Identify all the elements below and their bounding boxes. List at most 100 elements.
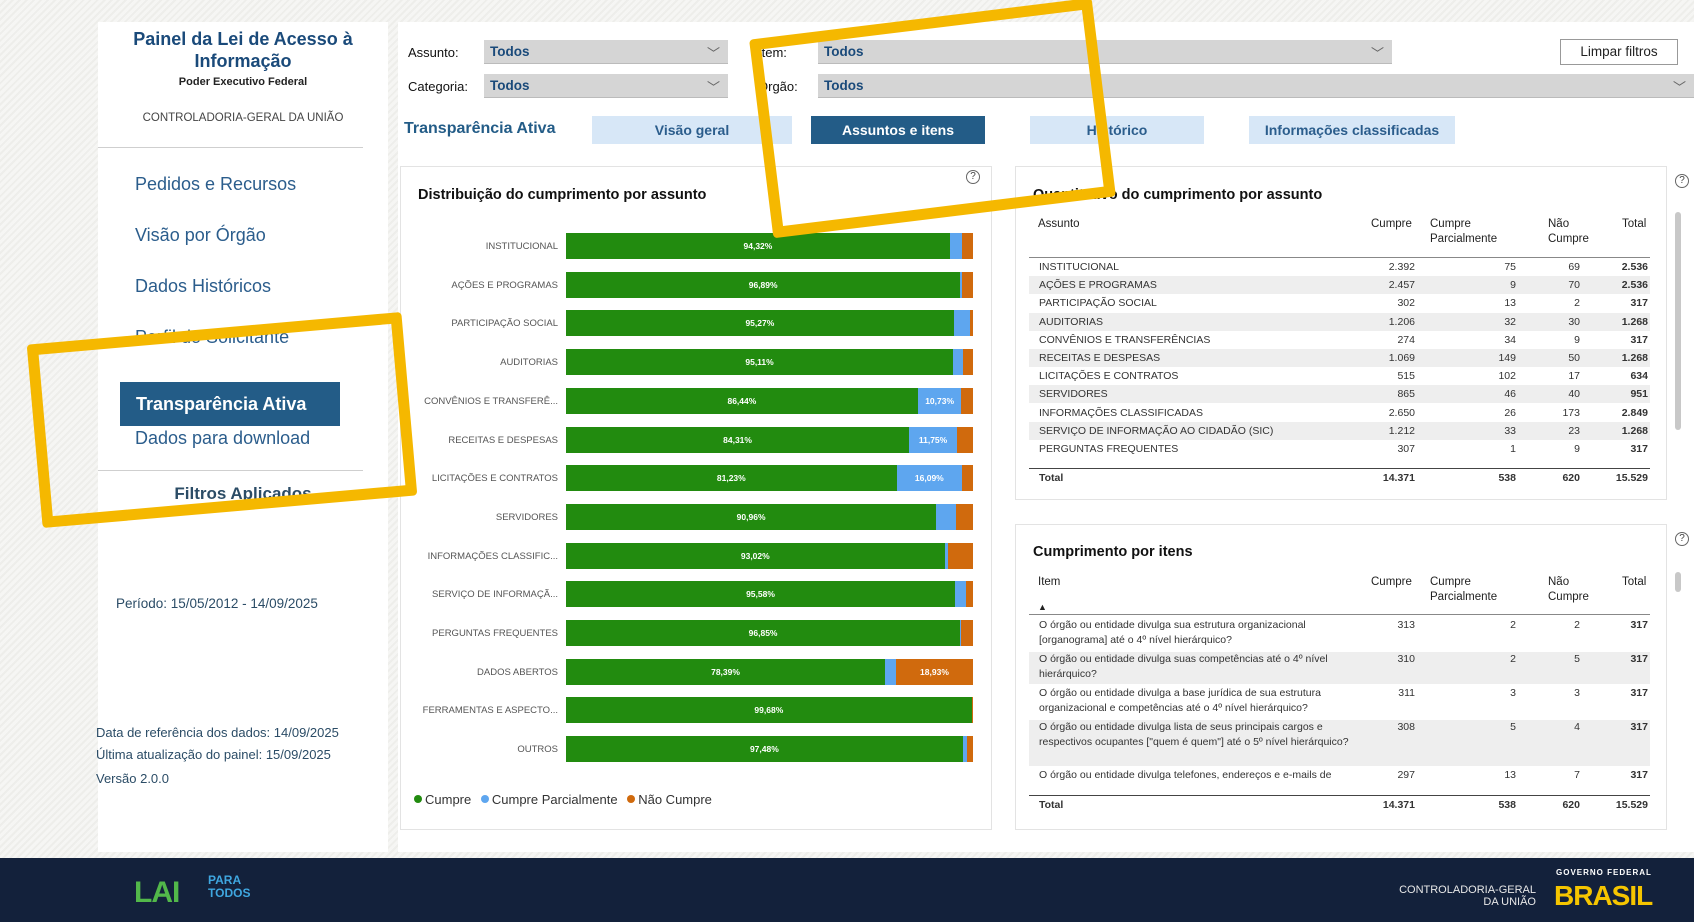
- bar-segment-cumpre[interactable]: 95,58%: [566, 581, 955, 608]
- items-header-item[interactable]: Item: [1038, 575, 1060, 590]
- table-row[interactable]: O órgão ou entidade divulga suas competê…: [1029, 652, 1650, 684]
- bar-segment-parcial[interactable]: 16,09%: [896, 465, 963, 492]
- items-header-cumpre[interactable]: Cumpre: [1371, 575, 1412, 590]
- bar-segment-cumpre[interactable]: 95,11%: [566, 349, 954, 376]
- table-row[interactable]: SERVIDORES 865 46 40 951: [1029, 385, 1650, 404]
- help-icon[interactable]: ?: [1675, 174, 1689, 188]
- qty-header-cumpre[interactable]: Cumpre: [1371, 217, 1412, 232]
- bar-segment-nao[interactable]: [961, 620, 973, 646]
- table-row[interactable]: PARTICIPAÇÃO SOCIAL 302 13 2 317: [1029, 294, 1650, 312]
- table-cell: 2: [1574, 619, 1580, 631]
- nav-dados-historicos[interactable]: Dados Históricos: [135, 276, 271, 297]
- bar-segment-nao[interactable]: [948, 542, 973, 569]
- table-row[interactable]: AÇÕES E PROGRAMAS 2.457 9 70 2.536: [1029, 276, 1650, 295]
- bar-segment-nao[interactable]: 18,93%: [895, 658, 973, 685]
- bar-segment-nao[interactable]: [972, 697, 973, 724]
- nav-visao-orgao[interactable]: Visão por Órgão: [135, 225, 266, 246]
- help-icon[interactable]: ?: [1675, 532, 1689, 546]
- table-cell: 13: [1504, 769, 1516, 781]
- assunto-select[interactable]: Todos ﹀: [484, 40, 728, 64]
- table-row[interactable]: SERVIÇO DE INFORMAÇÃO AO CIDADÃO (SIC) 1.…: [1029, 421, 1650, 440]
- table-cell: 297: [1397, 769, 1415, 781]
- bar-row[interactable]: 95,58%: [566, 581, 973, 608]
- bar-segment-parcial[interactable]: 11,75%: [909, 426, 957, 453]
- bar-row[interactable]: 84,31% 11,75%: [566, 426, 973, 453]
- bar-segment-cumpre[interactable]: 99,68%: [566, 697, 972, 724]
- bar-segment-parcial[interactable]: [885, 658, 896, 685]
- categoria-select[interactable]: Todos ﹀: [484, 74, 728, 98]
- table-row[interactable]: AUDITORIAS 1.206 32 30 1.268: [1029, 312, 1650, 331]
- bar-row[interactable]: 81,23% 16,09%: [566, 465, 973, 492]
- bar-row[interactable]: 95,27%: [566, 310, 973, 337]
- bar-row[interactable]: 97,48%: [566, 736, 973, 763]
- items-scrollbar[interactable]: [1675, 572, 1681, 592]
- item-text: O órgão ou entidade divulga a base juríd…: [1039, 687, 1321, 714]
- sort-ascending-icon[interactable]: ▲: [1038, 600, 1047, 615]
- bar-segment-nao[interactable]: [955, 503, 973, 530]
- bar-segment-parcial[interactable]: [949, 233, 962, 259]
- bar-segment-parcial[interactable]: [955, 581, 966, 608]
- table-row[interactable]: RECEITAS E DESPESAS 1.069 149 50 1.268: [1029, 349, 1650, 367]
- table-row[interactable]: O órgão ou entidade divulga telefones, e…: [1029, 768, 1650, 792]
- chart-title: Distribuição do cumprimento por assunto: [418, 187, 707, 203]
- qty-header-parcial[interactable]: Cumpre Parcialmente: [1430, 217, 1510, 247]
- bar-segment-parcial[interactable]: [953, 310, 971, 337]
- bar-segment-cumpre[interactable]: 97,48%: [566, 736, 963, 763]
- gov-label: GOVERNO FEDERAL: [1556, 868, 1652, 877]
- bar-row[interactable]: 94,32%: [566, 233, 973, 259]
- bar-segment-cumpre[interactable]: 95,27%: [566, 310, 954, 337]
- table-row[interactable]: INSTITUCIONAL 2.392 75 69 2.536: [1029, 258, 1650, 276]
- bar-segment-nao[interactable]: [962, 465, 973, 492]
- bar-segment-nao[interactable]: [961, 387, 973, 414]
- bar-row[interactable]: 99,68%: [566, 697, 973, 724]
- bar-segment-cumpre[interactable]: 84,31%: [566, 426, 910, 453]
- qty-header-assunto[interactable]: Assunto: [1038, 217, 1080, 232]
- table-row[interactable]: PERGUNTAS FREQUENTES 307 1 9 317: [1029, 440, 1650, 458]
- bar-segment-cumpre[interactable]: 78,39%: [566, 658, 886, 685]
- bar-segment-cumpre[interactable]: 96,89%: [566, 271, 961, 298]
- table-row[interactable]: O órgão ou entidade divulga a base juríd…: [1029, 686, 1650, 718]
- total-total: 15.529: [1615, 799, 1648, 811]
- items-header-parcial[interactable]: Cumpre Parcialmente: [1430, 575, 1510, 605]
- bar-row[interactable]: 95,11%: [566, 349, 973, 376]
- bar-segment-nao[interactable]: [966, 736, 973, 763]
- bar-row[interactable]: 93,02%: [566, 542, 973, 569]
- bar-segment-cumpre[interactable]: 90,96%: [566, 503, 937, 530]
- bar-row[interactable]: 86,44% 10,73%: [566, 387, 973, 414]
- bar-segment-nao[interactable]: [961, 233, 973, 259]
- table-row[interactable]: INFORMAÇÕES CLASSIFICADAS 2.650 26 173 2.849: [1029, 404, 1650, 422]
- items-header-total[interactable]: Total: [1622, 575, 1646, 590]
- clear-filters-button[interactable]: Limpar filtros: [1560, 39, 1678, 65]
- bar-segment-parcial[interactable]: [953, 349, 964, 376]
- bar-segment-cumpre[interactable]: 93,02%: [566, 542, 945, 569]
- bar-segment-parcial[interactable]: [936, 503, 956, 530]
- table-cell: 75: [1504, 261, 1516, 273]
- bar-row[interactable]: 78,39% 18,93%: [566, 658, 973, 685]
- bar-segment-nao[interactable]: [961, 271, 973, 298]
- tab-informacoes-classificadas[interactable]: Informações classificadas: [1249, 116, 1455, 144]
- bar-row[interactable]: 90,96%: [566, 503, 973, 530]
- bar-segment-cumpre[interactable]: 94,32%: [566, 233, 950, 259]
- bar-segment-parcial[interactable]: 10,73%: [917, 387, 962, 414]
- nav-pedidos-recursos[interactable]: Pedidos e Recursos: [135, 174, 296, 195]
- table-row[interactable]: O órgão ou entidade divulga lista de seu…: [1029, 720, 1650, 766]
- qty-header-nao[interactable]: Não Cumpre: [1548, 217, 1602, 247]
- bar-segment-nao[interactable]: [963, 349, 973, 376]
- highlight-annotation: [749, 0, 1116, 239]
- qty-scrollbar[interactable]: [1675, 212, 1681, 430]
- bar-row[interactable]: 96,89%: [566, 271, 973, 298]
- assunto-value: Todos: [490, 44, 530, 59]
- chevron-down-icon: ﹀: [706, 80, 720, 95]
- table-row[interactable]: CONVÊNIOS E TRANSFERÊNCIAS 274 34 9 317: [1029, 331, 1650, 349]
- table-row[interactable]: LICITAÇÕES E CONTRATOS 515 102 17 634: [1029, 367, 1650, 385]
- bar-segment-nao[interactable]: [956, 426, 973, 453]
- table-row[interactable]: O órgão ou entidade divulga sua estrutur…: [1029, 618, 1650, 650]
- qty-header-total[interactable]: Total: [1622, 217, 1646, 232]
- items-header-nao[interactable]: Não Cumpre: [1548, 575, 1602, 605]
- bar-row[interactable]: 96,85%: [566, 620, 973, 646]
- bar-segment-cumpre[interactable]: 81,23%: [566, 465, 897, 492]
- bar-segment-cumpre[interactable]: 86,44%: [566, 387, 918, 414]
- bar-segment-cumpre[interactable]: 96,85%: [566, 620, 961, 646]
- bar-segment-nao[interactable]: [970, 310, 973, 337]
- bar-segment-nao[interactable]: [965, 581, 973, 608]
